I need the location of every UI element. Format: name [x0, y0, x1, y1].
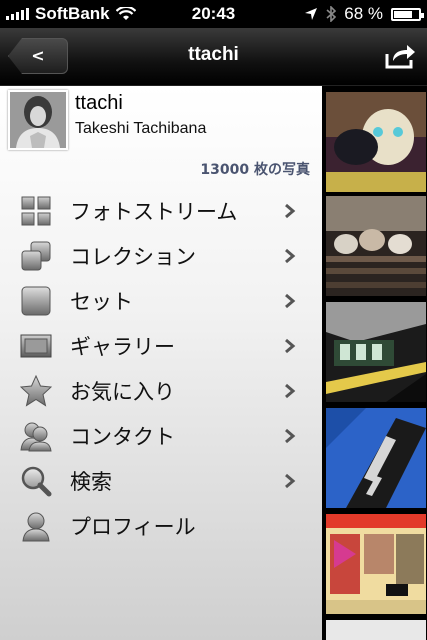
chevron-right-icon	[285, 383, 296, 398]
menu-item-favorites[interactable]: お気に入り	[0, 368, 322, 413]
menu-item-photostream[interactable]: フォトストリーム	[0, 188, 322, 233]
username: ttachi	[75, 92, 123, 114]
menu-label: フォトストリーム	[70, 199, 238, 224]
menu-item-gallery[interactable]: ギャラリー	[0, 323, 322, 368]
frame-icon	[20, 334, 52, 357]
avatar[interactable]	[8, 90, 68, 150]
profile-panel: ttachi Takeshi Tachibana 13000 枚の写真 フォトス…	[0, 86, 322, 640]
chevron-right-icon	[285, 428, 296, 443]
menu-item-collection[interactable]: コレクション	[0, 233, 322, 278]
chevron-right-icon	[285, 203, 296, 218]
share-icon[interactable]	[383, 42, 417, 70]
page-title: ttachi	[188, 44, 239, 65]
menu-item-search[interactable]: 検索	[0, 458, 322, 503]
menu-label: プロフィール	[70, 514, 196, 539]
battery-percent: 68 %	[344, 4, 383, 23]
location-arrow-icon	[305, 8, 318, 20]
square-icon	[21, 286, 51, 315]
battery-icon	[391, 7, 424, 21]
photo-count: 13000 枚の写真	[200, 162, 310, 178]
menu-label: セット	[70, 289, 133, 314]
chevron-right-icon	[285, 293, 296, 308]
star-icon	[20, 374, 52, 407]
menu-label: お気に入り	[70, 379, 175, 404]
search-icon	[21, 466, 52, 496]
stack-icon	[21, 241, 51, 270]
menu-item-contacts[interactable]: コンタクト	[0, 413, 322, 458]
chevron-right-icon	[285, 338, 296, 353]
full-name: Takeshi Tachibana	[75, 120, 207, 137]
bluetooth-icon	[326, 6, 337, 22]
menu-label: コンタクト	[70, 424, 175, 449]
grid-icon	[21, 196, 51, 225]
navigation-bar: < ttachi	[0, 28, 427, 86]
menu-list: フォトストリーム コレクション セット ギャラリー お気に入り コンタクト 検索…	[0, 188, 322, 548]
person-icon	[22, 512, 50, 541]
menu-label: コレクション	[70, 244, 196, 269]
photo-thumbnail[interactable]	[326, 514, 426, 614]
chevron-right-icon	[285, 248, 296, 263]
menu-item-sets[interactable]: セット	[0, 278, 322, 323]
photo-thumbnail[interactable]	[326, 302, 426, 402]
chevron-right-icon	[285, 473, 296, 488]
status-bar: SoftBank 20:43 68 %	[0, 0, 427, 28]
menu-label: ギャラリー	[70, 334, 175, 359]
photo-thumbnail[interactable]	[326, 196, 426, 296]
photo-thumbnail[interactable]	[326, 408, 426, 508]
menu-item-profile[interactable]: プロフィール	[0, 503, 322, 548]
menu-label: 検索	[70, 469, 112, 494]
photo-thumbnail[interactable]	[326, 92, 426, 192]
photo-thumbnail[interactable]	[326, 620, 426, 640]
people-icon	[20, 422, 52, 451]
photo-thumbnail-strip[interactable]	[322, 86, 427, 640]
